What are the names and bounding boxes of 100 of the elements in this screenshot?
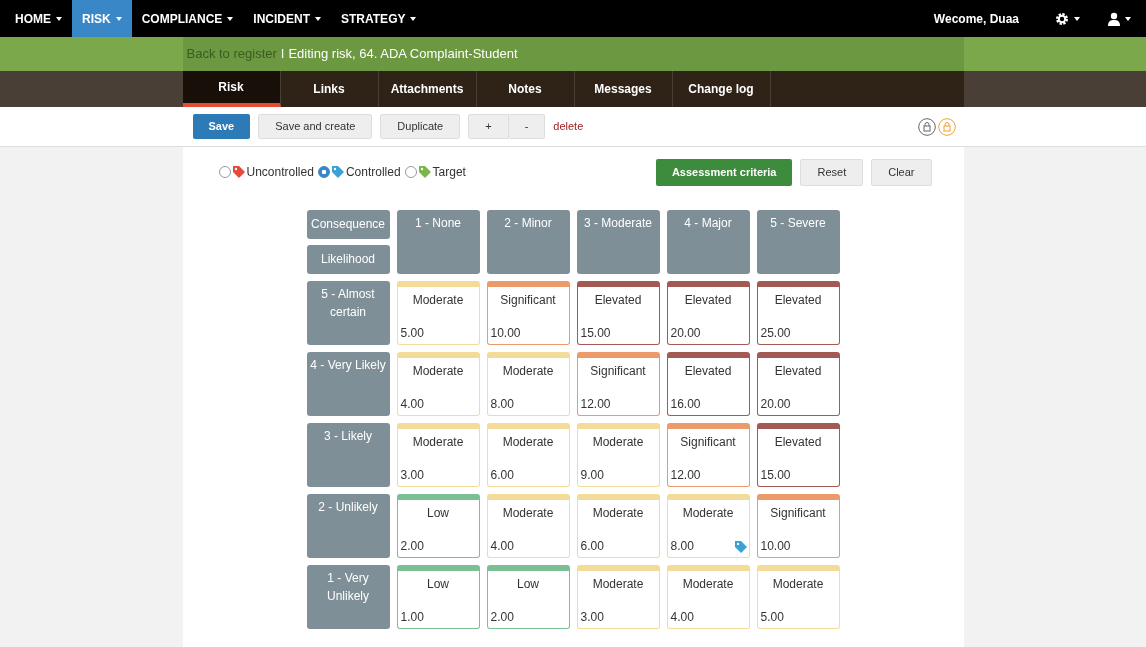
matrix-cell[interactable]: Moderate 6.00 [576,493,660,558]
matrix-cell[interactable]: Elevated 15.00 [576,280,660,345]
matrix-cell[interactable]: Moderate 9.00 [576,422,660,487]
radio-button[interactable] [404,166,417,179]
caret-icon [227,16,234,21]
caret-icon [1125,16,1131,21]
likelihood-header: Likelihood [306,244,390,274]
caret-icon [56,16,62,21]
matrix-cell[interactable]: Elevated 15.00 [756,422,840,487]
welcome-text: Wecome, Duaa [932,10,1020,28]
matrix-cell[interactable]: Elevated 16.00 [666,351,750,416]
matrix-cell[interactable]: Moderate 8.00 [486,351,570,416]
caret-icon [1074,16,1080,21]
caret-icon [115,16,122,21]
matrix-cell[interactable]: Low 1.00 [396,564,480,629]
matrix-cell[interactable]: Moderate 8.00 [666,493,750,558]
matrix-cell[interactable]: Moderate 4.00 [396,351,480,416]
rating-text: Significant [679,433,737,451]
likelihood-row-header: 2 - Unlikely [306,493,390,558]
matrix-cell[interactable]: Moderate 6.00 [486,422,570,487]
rating-text: Low [516,575,540,593]
rating-text: Moderate [591,433,645,451]
nav-menu[interactable]: HOME [5,0,72,37]
score-text: 20.00 [670,324,701,342]
score-text: 16.00 [670,395,701,413]
nav-menu[interactable]: RISK [72,0,132,37]
rating-text: Significant [589,362,647,380]
rating-text: Moderate [501,504,555,522]
likelihood-row-header: 4 - Very Likely [306,351,390,416]
rating-text: Moderate [411,433,465,451]
rating-text: Low [426,575,450,593]
score-text: 5.00 [400,324,424,342]
consequence-header: Consequence [306,209,390,239]
rating-text: Elevated [593,291,643,309]
rating-text: Elevated [773,433,823,451]
score-text: 4.00 [490,537,514,555]
rating-text: Low [426,504,450,522]
score-text: 2.00 [400,537,424,555]
matrix-cell[interactable]: Low 2.00 [396,493,480,558]
consequence-column-header: 3 - Moderate [576,209,660,274]
consequence-column-header: 2 - Minor [486,209,570,274]
score-text: 10.00 [490,324,521,342]
reset-button[interactable]: Reset [800,159,864,186]
score-text: 5.00 [760,608,784,626]
matrix-cell[interactable]: Low 2.00 [486,564,570,629]
user-icon [1108,11,1120,26]
breadcrumb-separator: I [280,45,285,64]
tab[interactable]: Risk [182,71,281,107]
radio-label[interactable]: Target [432,163,466,182]
assessment-criteria-button[interactable]: Assessment criteria [655,159,793,186]
score-text: 12.00 [580,395,611,413]
radio-label[interactable]: Controlled [345,163,401,182]
save-and-create-button[interactable]: Save and create [258,114,373,139]
score-text: 1.00 [400,608,424,626]
score-text: 12.00 [670,466,701,484]
score-text: 8.00 [490,395,514,413]
matrix-cell[interactable]: Elevated 20.00 [666,280,750,345]
save-button[interactable]: Save [192,114,251,139]
nav-menu[interactable]: COMPLIANCE [131,0,244,37]
score-text: 4.00 [400,395,424,413]
score-text: 3.00 [580,608,604,626]
score-text: 15.00 [580,324,611,342]
matrix-cell[interactable]: Moderate 5.00 [396,280,480,345]
radio-label[interactable]: Uncontrolled [246,163,314,182]
matrix-cell[interactable]: Moderate 4.00 [666,564,750,629]
matrix-cell[interactable]: Significant 10.00 [756,493,840,558]
likelihood-row-header: 3 - Likely [306,422,390,487]
score-text: 8.00 [670,537,694,555]
rating-text: Elevated [773,362,823,380]
score-text: 4.00 [670,608,694,626]
minus-button[interactable]: - [508,114,546,139]
nav-menu[interactable]: STRATEGY [331,0,427,37]
score-text: 6.00 [580,537,604,555]
score-text: 10.00 [760,537,791,555]
matrix-cell[interactable]: Moderate 3.00 [396,422,480,487]
plus-button[interactable]: + [468,114,509,139]
matrix-cell[interactable]: Moderate 5.00 [756,564,840,629]
rating-text: Significant [499,291,557,309]
consequence-column-header: 4 - Major [666,209,750,274]
score-text: 25.00 [760,324,791,342]
likelihood-row-header: 1 - Very Unlikely [306,564,390,629]
duplicate-button[interactable]: Duplicate [380,114,461,139]
matrix-cell[interactable]: Significant 12.00 [666,422,750,487]
matrix-cell[interactable]: Elevated 25.00 [756,280,840,345]
caret-icon [410,16,417,21]
clear-button[interactable]: Clear [871,159,932,186]
rating-text: Moderate [681,504,735,522]
radio-button[interactable] [218,166,231,179]
score-text: 2.00 [490,608,514,626]
matrix-cell[interactable]: Significant 10.00 [486,280,570,345]
rating-text: Moderate [501,362,555,380]
matrix-cell[interactable]: Elevated 20.00 [756,351,840,416]
delete-link[interactable]: delete [553,118,584,135]
matrix-cell[interactable]: Moderate 3.00 [576,564,660,629]
matrix-cell[interactable]: Moderate 4.00 [486,493,570,558]
nav-menu[interactable]: INCIDENT [243,0,331,37]
radio-button[interactable] [317,166,330,179]
matrix-cell[interactable]: Significant 12.00 [576,351,660,416]
rating-text: Moderate [771,575,825,593]
lock-icon[interactable] [917,117,936,136]
